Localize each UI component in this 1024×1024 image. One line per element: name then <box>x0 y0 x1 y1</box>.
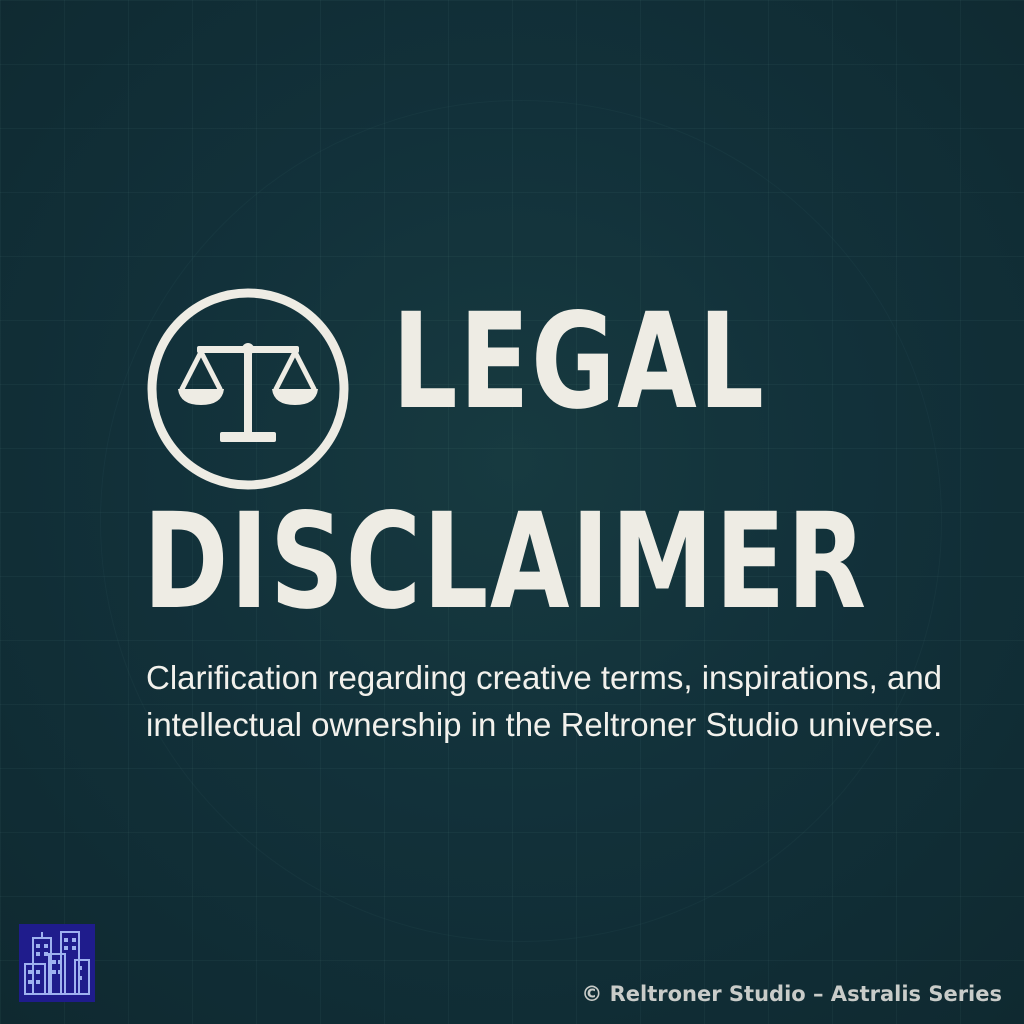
subtitle-text: Clarification regarding creative terms, … <box>146 659 943 743</box>
title-line-1: LEGAL <box>392 285 766 439</box>
copyright-footer: © Reltroner Studio – Astralis Series <box>581 982 1002 1006</box>
city-buildings-logo <box>19 924 95 1002</box>
title-line-2: DISCLAIMER <box>143 485 868 639</box>
scales-of-justice-icon <box>147 288 349 490</box>
